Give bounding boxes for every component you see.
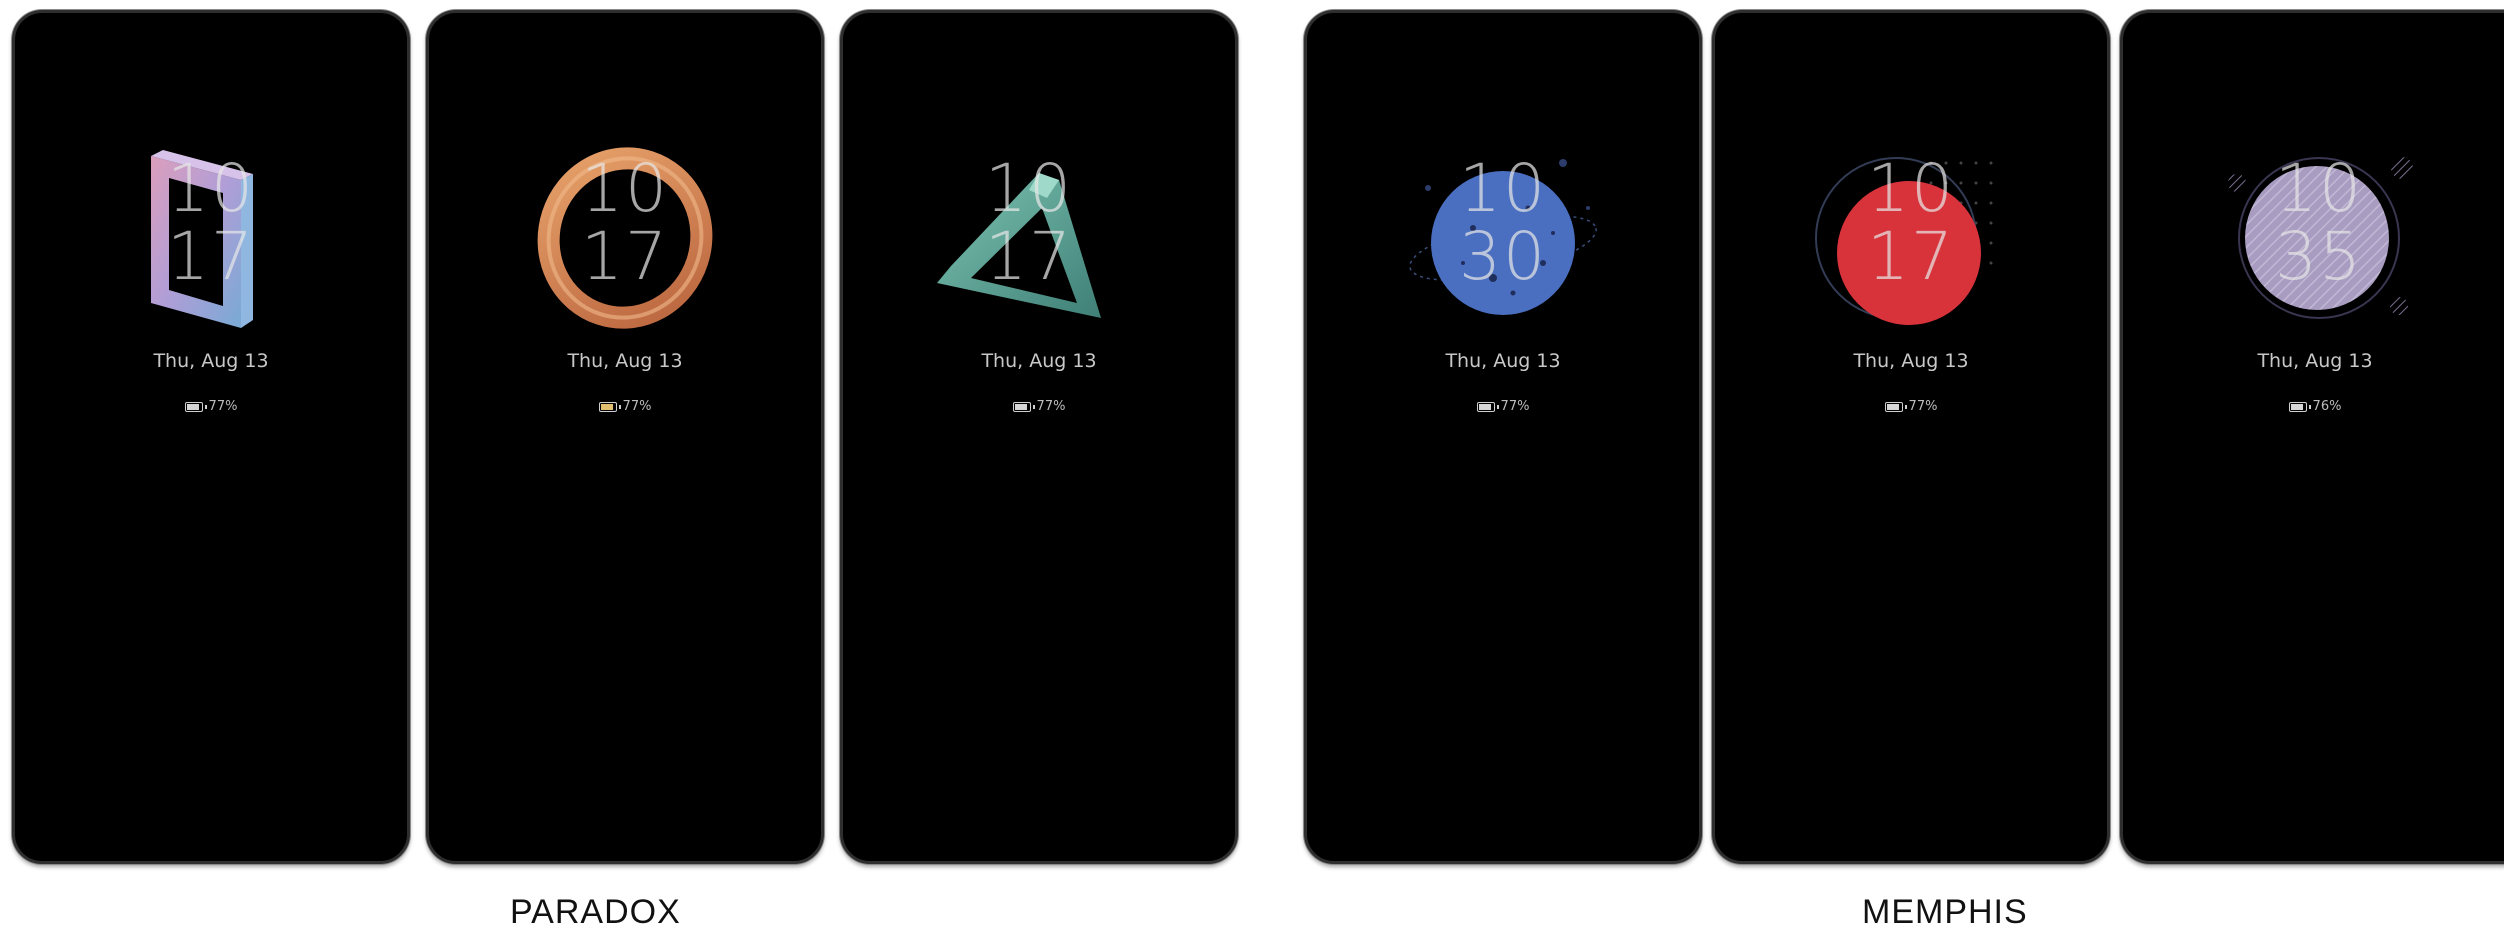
battery-percent: 77% xyxy=(208,399,238,414)
clock-hour: 10 xyxy=(167,150,255,227)
battery-status: 77% xyxy=(1715,399,2107,414)
date-label: Thu, Aug 13 xyxy=(153,350,269,372)
clock: 10 17 xyxy=(525,156,725,292)
clock-hour: 10 xyxy=(985,150,1073,227)
paradox-ring-art: 10 17 xyxy=(525,138,725,338)
clock-minute: 35 xyxy=(2275,218,2363,295)
battery-icon xyxy=(1884,401,1907,412)
memphis-planet-art: 10 30 xyxy=(1403,138,1603,338)
aod-screen-memphis-lilac: 10 35 Thu, Aug 13 76% xyxy=(2120,10,2504,864)
battery-icon xyxy=(2288,401,2311,412)
date-label: Thu, Aug 13 xyxy=(567,350,683,372)
battery-percent: 77% xyxy=(622,399,652,414)
caption-memphis: MEMPHIS xyxy=(1862,893,2028,931)
aod-screen-memphis-red: 10 17 Thu, Aug 13 77% xyxy=(1712,10,2110,864)
clock-hour: 10 xyxy=(1459,150,1547,227)
clock: 10 17 xyxy=(111,156,311,292)
clock-hour: 10 xyxy=(2275,150,2363,227)
paradox-square-art: 10 17 xyxy=(111,138,311,338)
clock-minute: 17 xyxy=(1867,218,1955,295)
battery-icon xyxy=(1012,401,1035,412)
battery-percent: 77% xyxy=(1908,399,1938,414)
clock-minute: 17 xyxy=(167,218,255,295)
aod-screen-paradox-triangle: 10 17 Thu, Aug 13 77% xyxy=(840,10,1238,864)
memphis-sun-art: 10 17 xyxy=(1811,138,2011,338)
clock: 10 17 xyxy=(929,156,1129,292)
aod-screen-paradox-ring: 10 17 Thu, Aug 13 77% xyxy=(426,10,824,864)
battery-status: 77% xyxy=(429,399,821,414)
date-label: Thu, Aug 13 xyxy=(1853,350,1969,372)
clock: 10 35 xyxy=(2219,156,2419,292)
aod-screen-memphis-blue: 10 30 Thu, Aug 13 77% xyxy=(1304,10,1702,864)
battery-status: 77% xyxy=(15,399,407,414)
battery-icon xyxy=(1476,401,1499,412)
clock-hour: 10 xyxy=(581,150,669,227)
date-label: Thu, Aug 13 xyxy=(2257,350,2373,372)
battery-status: 77% xyxy=(1307,399,1699,414)
aod-screen-paradox-square: 10 17 Thu, Aug 13 77% xyxy=(12,10,410,864)
paradox-triangle-art: 10 17 xyxy=(929,138,1129,338)
date-label: Thu, Aug 13 xyxy=(981,350,1097,372)
battery-icon xyxy=(598,401,621,412)
clock: 10 30 xyxy=(1403,156,1603,292)
battery-status: 76% xyxy=(2123,399,2504,414)
clock-minute: 17 xyxy=(581,218,669,295)
clock-minute: 17 xyxy=(985,218,1073,295)
battery-percent: 76% xyxy=(2312,399,2342,414)
date-label: Thu, Aug 13 xyxy=(1445,350,1561,372)
clock-minute: 30 xyxy=(1459,218,1547,295)
clock-hour: 10 xyxy=(1867,150,1955,227)
memphis-disc-art: 10 35 xyxy=(2219,138,2419,338)
clock: 10 17 xyxy=(1811,156,2011,292)
battery-icon xyxy=(184,401,207,412)
battery-percent: 77% xyxy=(1500,399,1530,414)
battery-status: 77% xyxy=(843,399,1235,414)
battery-percent: 77% xyxy=(1036,399,1066,414)
caption-paradox: PARADOX xyxy=(510,893,681,931)
